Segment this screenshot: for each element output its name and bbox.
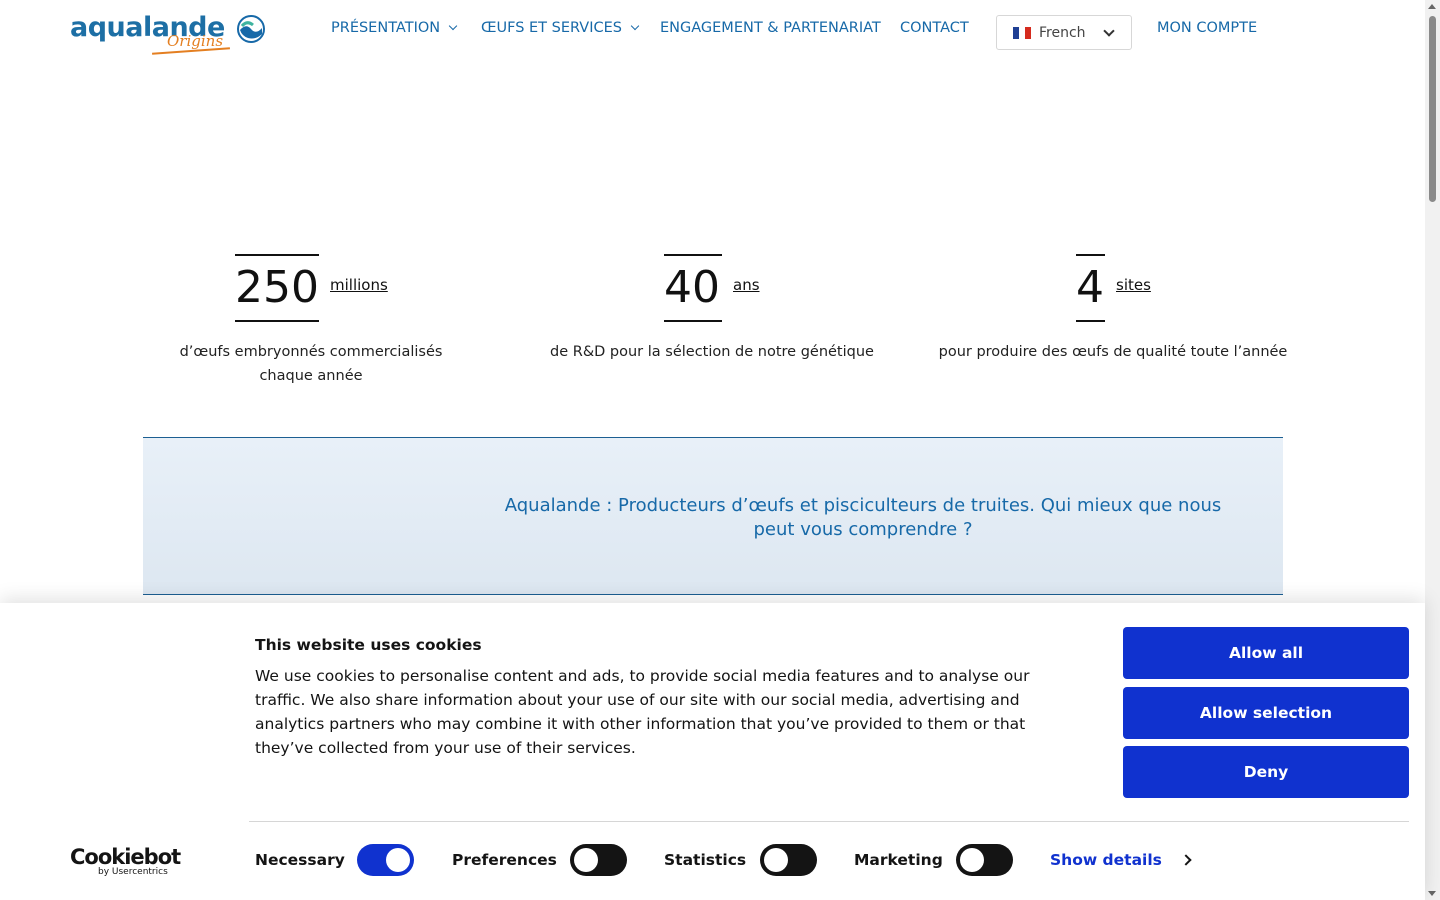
stat-number: 4	[1076, 254, 1105, 322]
wave-logo-icon	[237, 15, 265, 43]
language-label: French	[1039, 24, 1086, 41]
fr-flag-icon	[1013, 26, 1031, 39]
toggle-knob	[960, 848, 984, 872]
cookiebot-byline: by Usercentrics	[98, 867, 168, 877]
nav-mon-compte[interactable]: MON COMPTE	[1157, 20, 1257, 36]
stat-unit: millions	[330, 276, 388, 294]
toggle-knob	[386, 848, 410, 872]
nav-engagement[interactable]: ENGAGEMENT & PARTENARIAT	[660, 20, 881, 36]
stat-description: d’œufs embryonnés commercialisés chaque …	[179, 344, 443, 384]
chevron-down-icon	[448, 21, 458, 31]
banner-text: Aqualande : Producteurs d’œufs et piscic…	[504, 495, 1222, 540]
stat-unit: sites	[1116, 276, 1151, 294]
chevron-down-icon	[1103, 25, 1115, 37]
intro-banner: Aqualande : Producteurs d’œufs et piscic…	[143, 437, 1283, 595]
language-selector[interactable]: French	[996, 15, 1132, 50]
aqualande-logo[interactable]: aqualande Origins	[70, 12, 270, 58]
page: aqualande Origins PRÉSENTATION ŒUFS ET S…	[0, 0, 1440, 900]
nav-oeufs-services-label: ŒUFS ET SERVICES	[481, 20, 622, 36]
statistics-toggle[interactable]	[760, 844, 817, 876]
preferences-toggle[interactable]	[570, 844, 627, 876]
necessary-label: Necessary	[255, 851, 345, 869]
marketing-toggle[interactable]	[956, 844, 1013, 876]
marketing-label: Marketing	[854, 851, 943, 869]
chevron-right-icon	[1180, 854, 1192, 866]
stat-description: de R&D pour la sélection de notre généti…	[550, 344, 874, 360]
cookiebot-logo: Cookiebot by Usercentrics	[70, 845, 181, 877]
nav-contact[interactable]: CONTACT	[900, 20, 969, 36]
cookie-divider	[249, 821, 1409, 822]
allow-selection-button[interactable]: Allow selection	[1123, 687, 1409, 739]
show-details-link[interactable]: Show details	[1050, 851, 1192, 869]
stat-number: 40	[664, 254, 722, 322]
nav-contact-label: CONTACT	[900, 20, 969, 36]
cookie-title: This website uses cookies	[255, 636, 482, 654]
cookie-description: We use cookies to personalise content an…	[255, 667, 1030, 757]
page-scrollbar[interactable]	[1425, 0, 1440, 900]
stat-description: pour produire des œufs de qualité toute …	[938, 344, 1288, 360]
statistics-label: Statistics	[664, 851, 747, 869]
site-header: aqualande Origins PRÉSENTATION ŒUFS ET S…	[0, 0, 1425, 62]
nav-presentation-label: PRÉSENTATION	[331, 20, 441, 36]
scroll-up-arrow-icon[interactable]	[1428, 4, 1436, 9]
necessary-toggle[interactable]	[357, 844, 414, 876]
cookiebot-wordmark: Cookiebot	[70, 845, 181, 869]
nav-mon-compte-label: MON COMPTE	[1157, 20, 1258, 36]
nav-presentation[interactable]: PRÉSENTATION	[331, 20, 458, 36]
stat-number: 250	[235, 254, 319, 322]
nav-engagement-label: ENGAGEMENT & PARTENARIAT	[660, 20, 881, 36]
toggle-knob	[764, 848, 788, 872]
stat-unit: ans	[733, 276, 760, 294]
toggle-knob	[574, 848, 598, 872]
deny-button[interactable]: Deny	[1123, 746, 1409, 798]
allow-all-button[interactable]: Allow all	[1123, 627, 1409, 679]
cookie-consent-banner: This website uses cookies We use cookies…	[0, 603, 1425, 900]
show-details-label: Show details	[1050, 851, 1162, 869]
preferences-label: Preferences	[452, 851, 557, 869]
chevron-down-icon	[630, 21, 640, 31]
scroll-down-arrow-icon[interactable]	[1428, 891, 1436, 896]
scrollbar-thumb[interactable]	[1429, 16, 1436, 202]
nav-oeufs-services[interactable]: ŒUFS ET SERVICES	[481, 20, 640, 36]
